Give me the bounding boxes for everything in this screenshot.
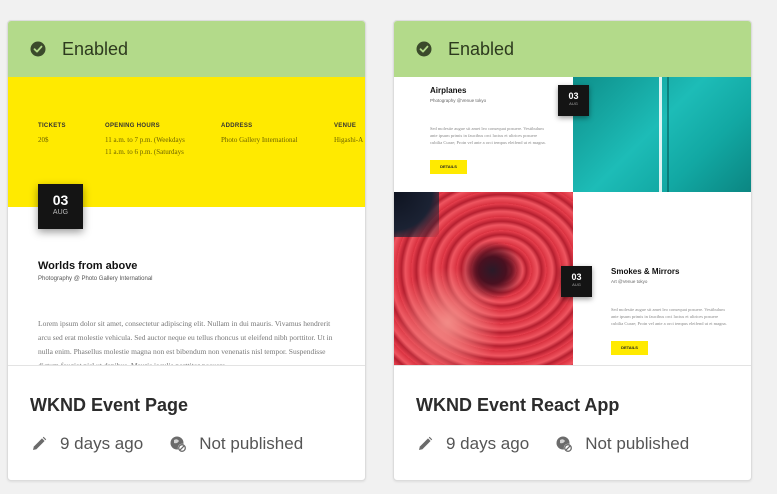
- event-subtitle: Photography @Venue tokyo: [430, 98, 487, 103]
- info-column: VENUE Higashi-A: [334, 123, 363, 146]
- site-card-wknd-event-react-app[interactable]: Enabled Airplanes Photography @Venue tok…: [393, 20, 752, 481]
- checkmark-circle-icon: [416, 41, 432, 57]
- info-value: Photo Gallery International: [221, 136, 298, 144]
- card-meta: 9 days ago Not published: [30, 434, 303, 454]
- info-heading: OPENING HOURS: [105, 123, 160, 129]
- status-label: Enabled: [448, 38, 515, 59]
- info-value: 20$: [38, 136, 49, 144]
- red-abstract-photo: [394, 192, 573, 365]
- info-column: OPENING HOURS 11 a.m. to 7 p.m. (Weekday…: [105, 123, 185, 158]
- thumbnail-preview[interactable]: Airplanes Photography @Venue tokyo Sed m…: [394, 77, 751, 366]
- event-subtitle: Photography @ Photo Gallery Internationa…: [38, 276, 153, 282]
- details-button[interactable]: DETAILS: [430, 160, 467, 174]
- info-heading: TICKETS: [38, 123, 66, 129]
- date-day: 03: [571, 272, 582, 282]
- pencil-icon: [416, 435, 434, 453]
- site-card-wknd-event-page[interactable]: Enabled TICKETS 20$ OPENING HOURS 11 a.m…: [7, 20, 366, 481]
- card-meta: 9 days ago Not published: [416, 434, 689, 454]
- card-title[interactable]: WKND Event Page: [30, 395, 188, 416]
- info-column: ADDRESS Photo Gallery International: [221, 123, 298, 146]
- info-column: TICKETS 20$: [38, 123, 66, 146]
- date-badge: 03 AUG: [561, 266, 592, 297]
- info-value: 11 a.m. to 7 p.m. (Weekdays 11 a.m. to 6…: [105, 136, 185, 156]
- thumbnail-preview[interactable]: TICKETS 20$ OPENING HOURS 11 a.m. to 7 p…: [8, 77, 365, 366]
- date-month: AUG: [572, 282, 581, 287]
- checkmark-circle-icon: [30, 41, 46, 57]
- event-body: Sed molestie augue sit amet leo consequa…: [611, 307, 727, 326]
- event-title: Smokes & Mirrors: [611, 267, 680, 276]
- status-bar: Enabled: [8, 21, 365, 77]
- event-title: Airplanes: [430, 86, 467, 95]
- modified-date: 9 days ago: [446, 434, 530, 453]
- info-value: Higashi-A: [334, 136, 364, 144]
- pencil-icon: [30, 435, 48, 453]
- status-label: Enabled: [62, 38, 129, 59]
- info-heading: VENUE: [334, 123, 357, 129]
- date-month: AUG: [52, 209, 69, 216]
- date-badge: 03 AUG: [38, 184, 83, 229]
- globe-unpublished-icon: [555, 435, 573, 453]
- event-title: Worlds from above: [38, 260, 138, 272]
- event-body: Sed molestie augue sit amet leo consequa…: [430, 126, 546, 145]
- date-day: 03: [568, 91, 579, 101]
- publish-status: Not published: [585, 434, 690, 453]
- event-subtitle: Art @Venue tokyo: [611, 279, 648, 284]
- status-bar: Enabled: [394, 21, 751, 77]
- info-heading: ADDRESS: [221, 123, 253, 129]
- date-month: AUG: [569, 101, 578, 106]
- globe-unpublished-icon: [169, 435, 187, 453]
- card-title[interactable]: WKND Event React App: [416, 395, 619, 416]
- teal-photo: [573, 77, 751, 192]
- date-day: 03: [52, 192, 69, 208]
- event-body: Lorem ipsum dolor sit amet, consectetur …: [38, 319, 333, 366]
- date-badge: 03 AUG: [558, 85, 589, 116]
- modified-date: 9 days ago: [60, 434, 144, 453]
- details-button[interactable]: DETAILS: [611, 341, 648, 355]
- publish-status: Not published: [199, 434, 304, 453]
